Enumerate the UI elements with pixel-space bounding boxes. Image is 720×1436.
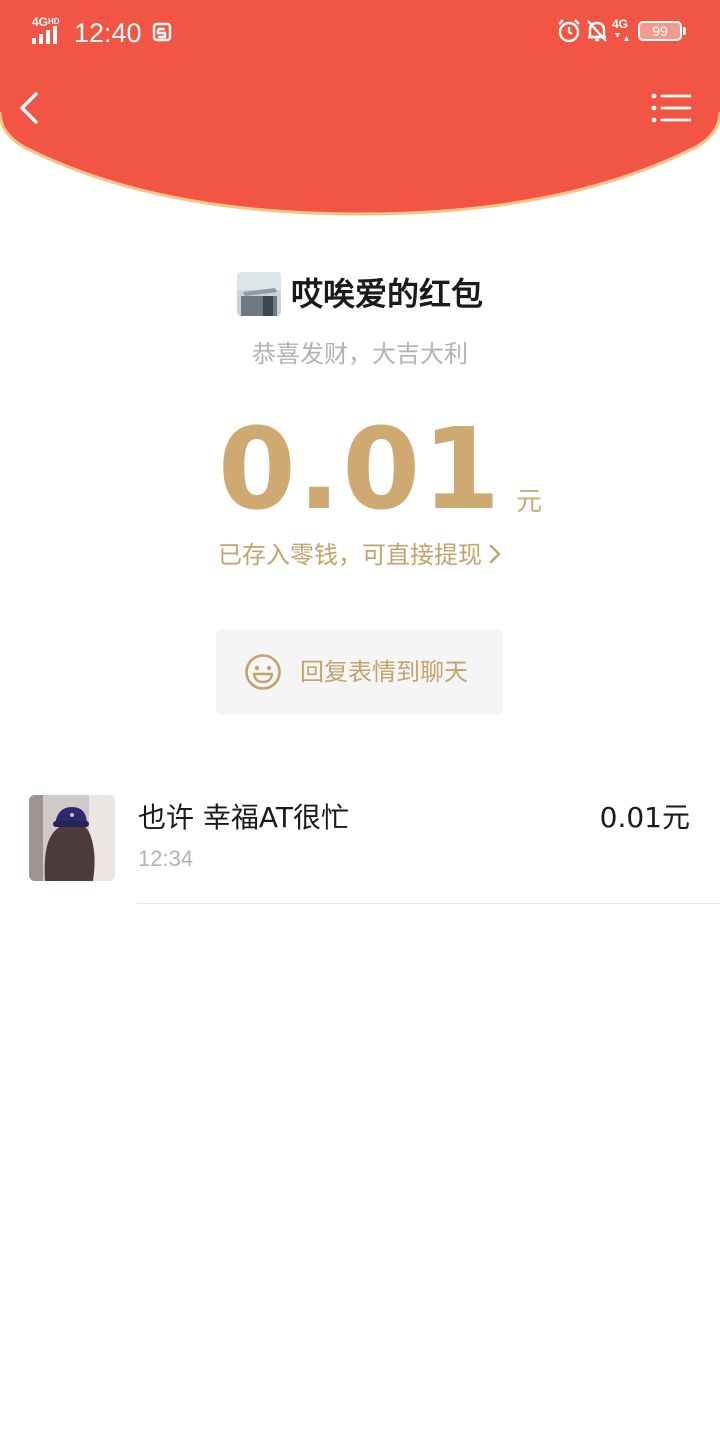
chevron-right-icon bbox=[489, 544, 501, 564]
receiver-time: 12:34 bbox=[138, 846, 194, 871]
wish-text: 恭喜发财，大吉大利 bbox=[252, 340, 468, 368]
sender-avatar[interactable] bbox=[236, 272, 281, 316]
list-item[interactable]: 也许 幸福AT很忙 12:34 0.01元 bbox=[0, 778, 720, 904]
receiver-avatar[interactable] bbox=[29, 795, 115, 881]
amount-value: 0.01 bbox=[217, 405, 503, 535]
receiver-name: 也许 幸福AT很忙 bbox=[138, 801, 349, 834]
saved-to-wallet-text: 已存入零钱，可直接提现 bbox=[218, 541, 482, 569]
sender-name: 哎唉爱的红包 bbox=[290, 275, 483, 313]
battery-indicator: 99 bbox=[638, 21, 682, 41]
notification-muted-icon bbox=[587, 20, 607, 42]
4g-data-icon: 4G bbox=[612, 18, 634, 44]
smile-icon bbox=[245, 654, 281, 690]
amount-unit: 元 bbox=[516, 487, 543, 517]
red-packet-detail-page: 4GHD 12:40 4G 99 哎唉爱的红包 恭喜发财，大吉大利 0.01 元… bbox=[0, 0, 720, 1436]
signal-icon: 4GHD bbox=[32, 16, 66, 44]
back-button[interactable] bbox=[14, 88, 50, 128]
list-divider bbox=[137, 903, 720, 904]
app-notification-icon bbox=[152, 22, 172, 42]
sender-header: 哎唉爱的红包 bbox=[0, 272, 720, 322]
amount-display: 0.01 元 bbox=[0, 410, 720, 530]
status-time: 12:40 bbox=[74, 18, 142, 48]
battery-tip bbox=[683, 27, 686, 35]
saved-to-wallet-link[interactable]: 已存入零钱，可直接提现 bbox=[0, 536, 720, 574]
reply-sticker-label: 回复表情到聊天 bbox=[300, 658, 468, 686]
reply-sticker-button[interactable]: 回复表情到聊天 bbox=[216, 629, 503, 715]
status-bar: 4GHD 12:40 4G 99 bbox=[0, 0, 720, 66]
menu-button[interactable] bbox=[648, 90, 694, 126]
receiver-amount: 0.01元 bbox=[599, 801, 690, 834]
alarm-icon bbox=[558, 19, 580, 43]
